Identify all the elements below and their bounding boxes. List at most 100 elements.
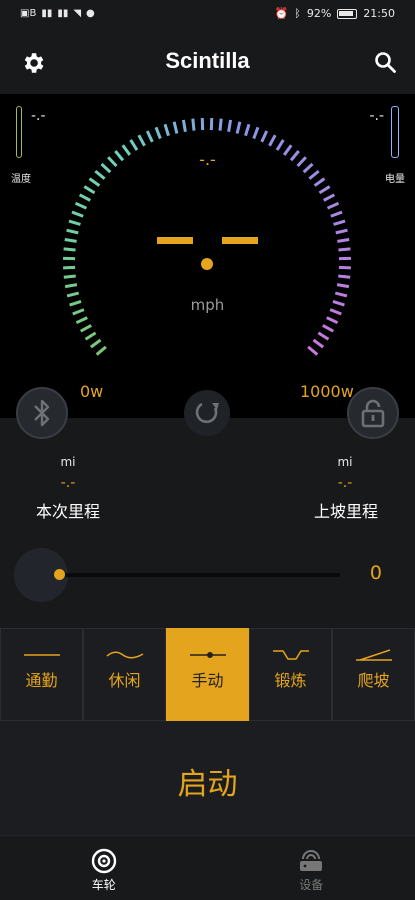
bluetooth-button[interactable]: [16, 387, 68, 439]
gauge-tick: [63, 247, 76, 252]
refresh-button[interactable]: [184, 390, 230, 436]
wheel-icon: [91, 848, 116, 874]
min-power-label: 0w: [80, 382, 104, 401]
gauge-tick: [68, 219, 81, 226]
mode-selector: 通勤 休闲 手动 锻炼 爬坡: [0, 628, 415, 721]
gauge-tick: [79, 324, 92, 333]
manual-slider-icon: [189, 652, 226, 658]
temperature-value: -.-: [31, 108, 46, 124]
gauge-tick: [322, 324, 335, 333]
trip-label: 本次里程: [35, 502, 100, 521]
nav-wheel[interactable]: 车轮: [0, 836, 208, 900]
gauge-tick: [94, 169, 106, 180]
alarm-icon: ⏰: [274, 7, 289, 20]
status-bar: ▣B ▮▮ ▮▮ ◥ ● ⏰ ᛒ 92% 21:50: [0, 0, 415, 30]
uphill-value: -.-: [337, 475, 353, 491]
valley-icon: [272, 650, 309, 660]
gauge-tick: [333, 219, 346, 226]
power-slider-thumb[interactable]: [54, 569, 65, 580]
wifi-icon: ◥: [73, 8, 82, 19]
battery-value: -.-: [369, 108, 384, 124]
gauge-tick: [78, 193, 91, 202]
gauge-tick: [95, 345, 107, 356]
slope-icon: [355, 649, 392, 661]
gauge-tick: [260, 130, 269, 143]
gauge-tick: [163, 123, 170, 137]
mode-label: 爬坡: [357, 671, 390, 690]
mode-climb[interactable]: 爬坡: [332, 628, 415, 721]
gauge-tick: [317, 331, 330, 341]
wave-icon: [106, 651, 143, 659]
mode-exercise[interactable]: 锻炼: [249, 628, 332, 721]
uphill-label: 上坡里程: [313, 502, 378, 521]
battery-percent: 92%: [306, 7, 332, 20]
speed-gauge: [63, 118, 351, 356]
mode-commute[interactable]: 通勤: [0, 628, 83, 721]
gauge-tick: [235, 121, 242, 134]
battery-label: 电量: [385, 174, 405, 185]
nav-device[interactable]: 设备: [208, 836, 415, 900]
nav-device-label: 设备: [299, 878, 324, 892]
bluetooth-icon: [34, 399, 50, 427]
start-label: 启动: [177, 767, 238, 802]
gauge-tick: [75, 316, 88, 325]
mode-leisure[interactable]: 休闲: [83, 628, 166, 721]
gauge-tick: [307, 345, 319, 356]
gauge-tick: [318, 185, 331, 195]
lock-icon: [361, 399, 385, 428]
speed-dashboard: -.- 温度 -.- 电量 -.- mph 0w 1000w: [0, 94, 415, 418]
gauge-tick: [330, 210, 343, 218]
nav-wheel-label: 车轮: [91, 878, 116, 892]
gauge-tick: [137, 134, 146, 147]
gauge-tick: [337, 238, 350, 243]
gauge-tick: [326, 316, 339, 325]
gauge-tick: [74, 201, 88, 210]
gauge-tick: [66, 228, 79, 235]
notification-icon: ▣B: [20, 8, 37, 19]
gauge-tick: [129, 139, 139, 151]
gauge-tick: [63, 274, 76, 279]
uphill-unit: mi: [337, 455, 353, 469]
speed-needle-dot: [201, 258, 213, 270]
mode-manual[interactable]: 手动: [166, 628, 249, 721]
gauge-tick: [313, 177, 326, 187]
gauge-tick: [275, 139, 285, 151]
gauge-tick: [338, 274, 351, 279]
gauge-tick: [64, 283, 78, 289]
app-header: Scintilla: [0, 30, 415, 94]
speed-unit: mph: [190, 296, 225, 314]
gauge-tick: [64, 238, 77, 243]
flat-line-icon: [23, 654, 60, 656]
top-value: -.-: [199, 150, 216, 169]
status-icons-right: ⏰ ᛒ 92% 21:50: [275, 7, 395, 20]
status-icons-left: ▣B ▮▮ ▮▮ ◥ ●: [20, 8, 95, 20]
gauge-tick: [84, 331, 97, 341]
gauge-tick: [218, 118, 223, 131]
search-icon[interactable]: [373, 50, 397, 74]
power-slider-track[interactable]: [60, 573, 340, 577]
gauge-tick: [326, 201, 340, 210]
max-power-label: 1000w: [300, 382, 354, 401]
gauge-tick: [83, 185, 96, 195]
speed-digit-left: [157, 237, 193, 244]
gauge-tick: [308, 169, 320, 180]
app-title: Scintilla: [165, 48, 250, 73]
slider-value: 0: [369, 562, 382, 584]
gauge-tick: [268, 134, 277, 147]
gauge-tick: [71, 210, 84, 218]
lock-button[interactable]: [347, 387, 399, 439]
speed-digit-right: [222, 237, 258, 244]
refresh-icon: [195, 402, 219, 424]
battery-icon: [337, 8, 358, 19]
start-button[interactable]: 启动: [0, 721, 415, 835]
mode-label: 休闲: [108, 671, 141, 690]
gauge-tick: [88, 177, 101, 187]
gauge-tick: [145, 130, 154, 143]
trip-unit: mi: [60, 455, 76, 469]
message-icon: ●: [86, 8, 95, 19]
mode-label: 手动: [191, 671, 224, 690]
gauge-tick: [338, 247, 351, 252]
gauge-tick: [336, 283, 350, 289]
mode-label: 通勤: [25, 671, 58, 690]
gauge-tick: [244, 123, 251, 137]
